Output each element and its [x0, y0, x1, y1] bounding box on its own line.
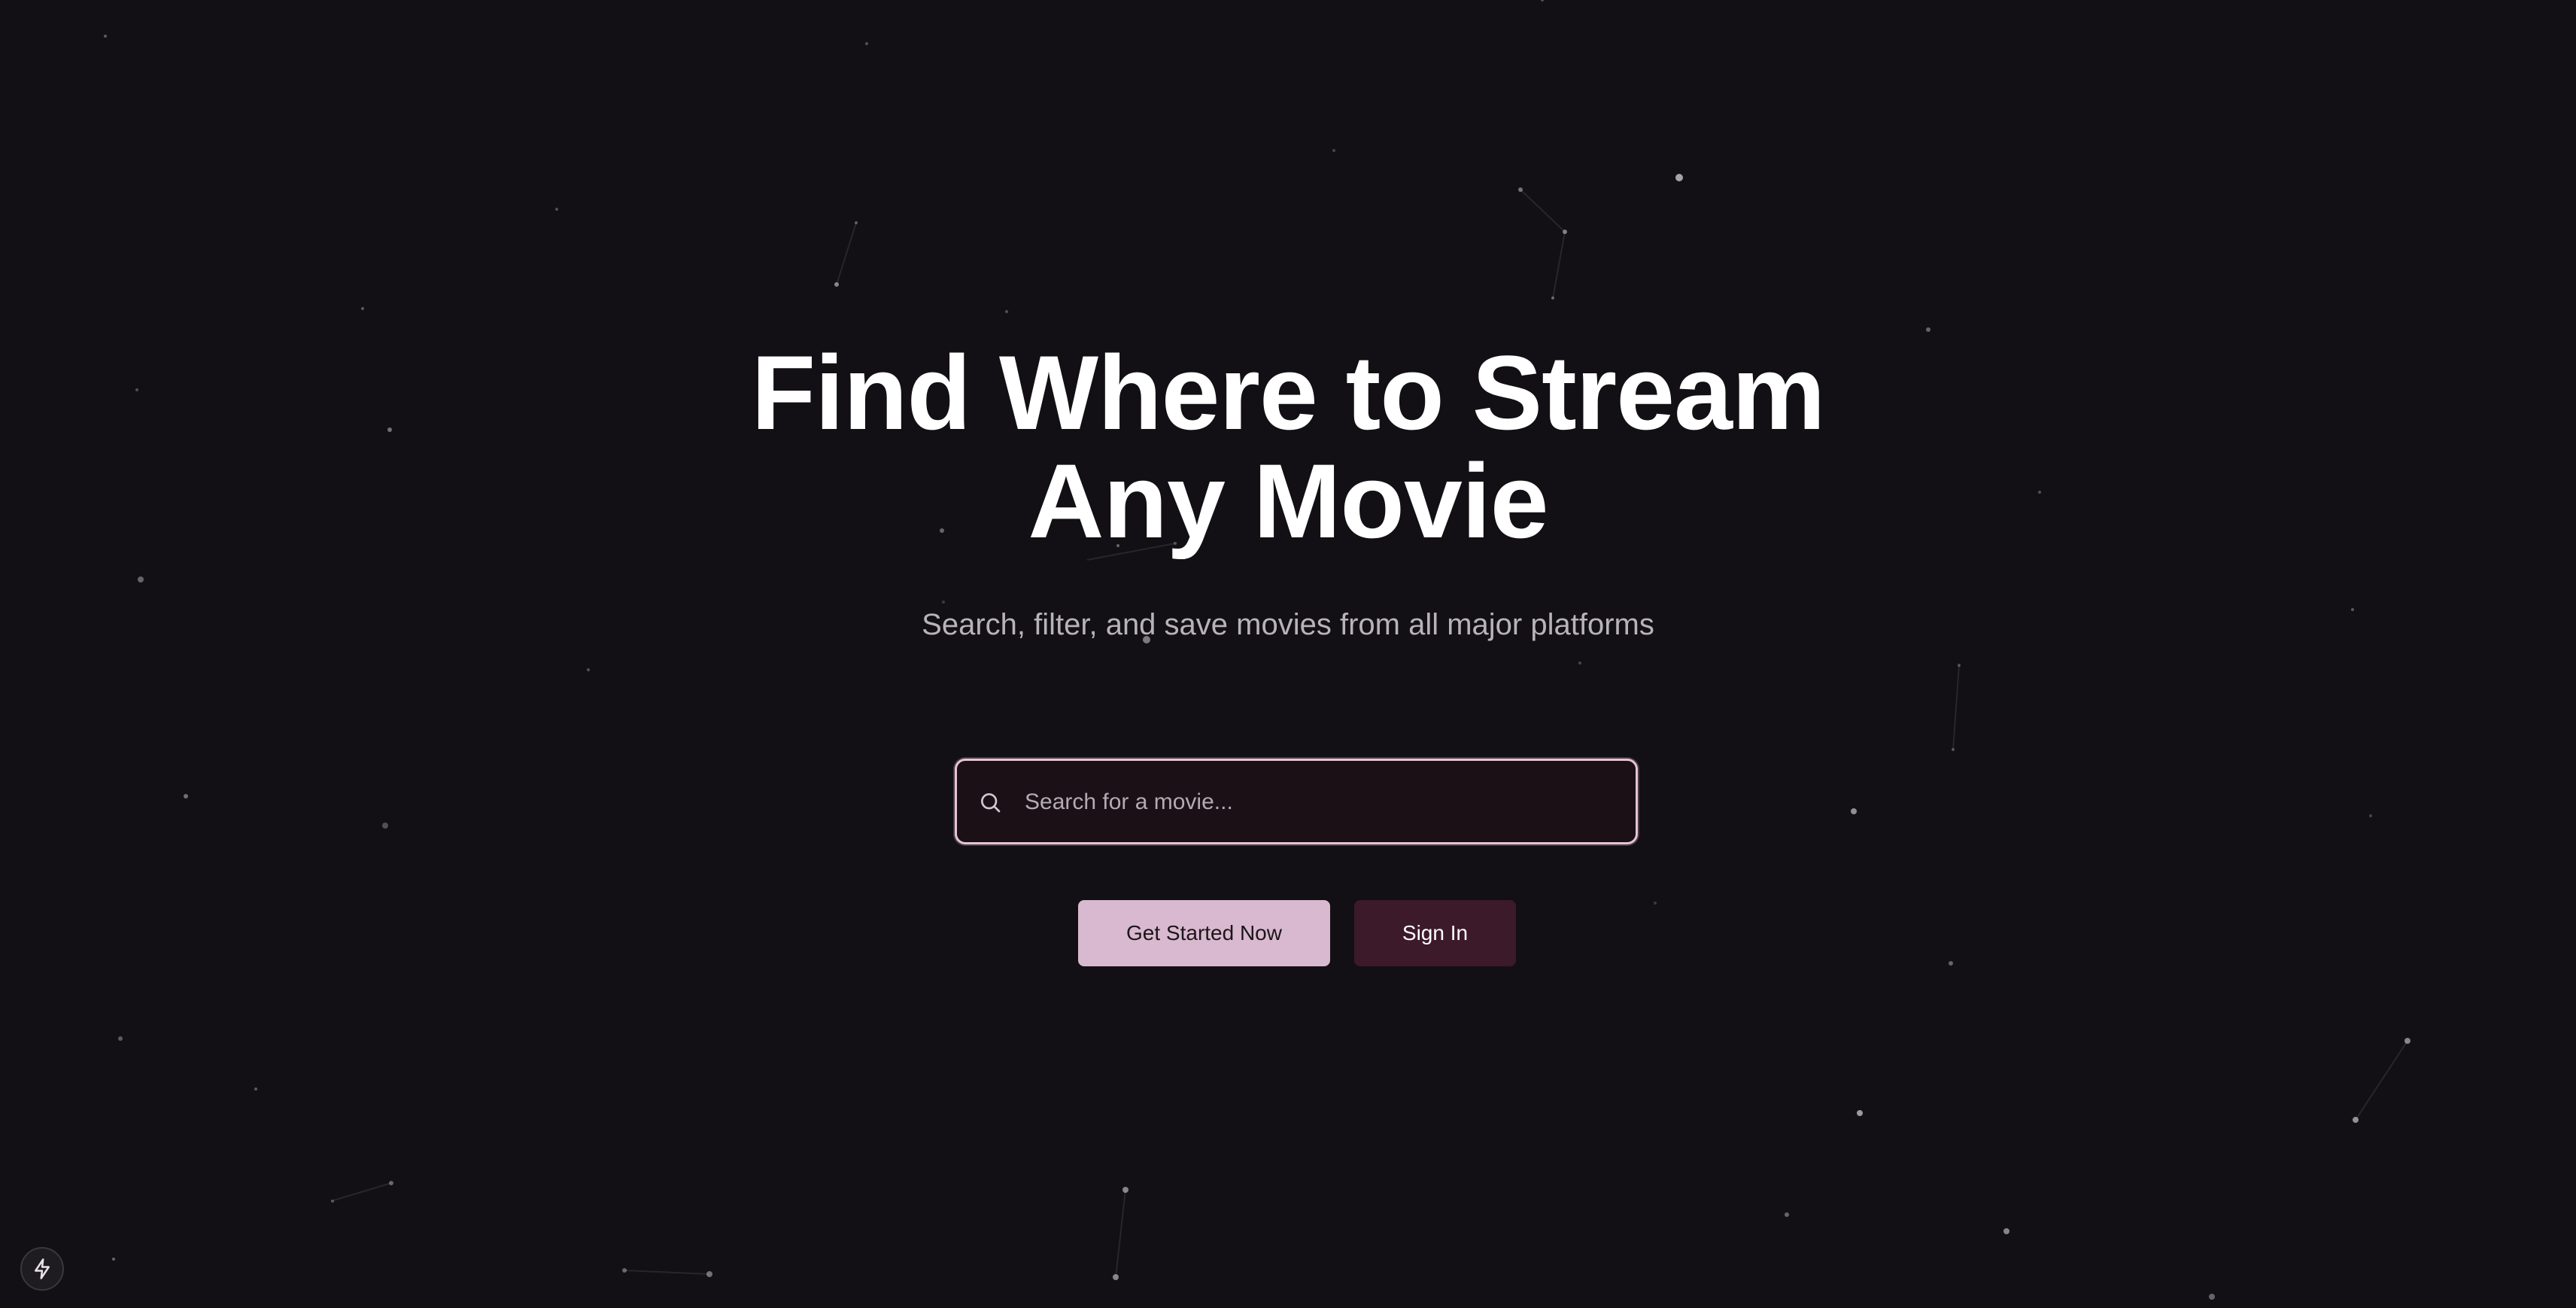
star	[184, 794, 188, 798]
star	[1785, 1212, 1789, 1217]
star	[1851, 808, 1857, 814]
star	[1578, 662, 1581, 665]
star	[1563, 230, 1567, 234]
constellation-line	[1115, 1189, 1126, 1278]
star	[587, 668, 590, 671]
star	[382, 823, 388, 829]
lightning-bolt-icon	[35, 1258, 50, 1279]
star	[2353, 1117, 2359, 1123]
star	[855, 221, 858, 224]
star	[361, 307, 364, 310]
search-icon	[981, 793, 1001, 813]
star	[1551, 297, 1554, 300]
constellation-line	[1520, 189, 1566, 233]
star	[331, 1200, 334, 1203]
star	[2404, 1038, 2410, 1044]
constellation-line	[1552, 231, 1566, 299]
star	[138, 576, 144, 583]
star	[1857, 1110, 1863, 1116]
star	[112, 1258, 115, 1261]
starfield-background	[104, 0, 2410, 1300]
constellation-line	[330, 1182, 392, 1202]
star	[1958, 664, 1961, 667]
star	[389, 1181, 393, 1185]
landing-page: Find Where to Stream Any Movie Search, f…	[0, 0, 2576, 1308]
star	[1926, 327, 1930, 332]
star	[1518, 187, 1523, 192]
search-box[interactable]	[955, 759, 1638, 844]
star	[2003, 1228, 2009, 1234]
star	[1952, 748, 1955, 751]
star	[254, 1087, 257, 1091]
star	[622, 1268, 627, 1273]
star	[1675, 174, 1683, 181]
hero-title-line-2: Any Movie	[1028, 442, 1548, 560]
constellation-line	[1952, 665, 1960, 750]
star	[1005, 310, 1008, 313]
search-input[interactable]	[1023, 776, 1613, 829]
star	[1122, 1187, 1129, 1193]
sign-in-button[interactable]: Sign In	[1354, 900, 1516, 966]
hero-title: Find Where to Stream Any Movie	[0, 339, 2576, 555]
star	[555, 208, 558, 211]
star	[2209, 1294, 2215, 1300]
get-started-button[interactable]: Get Started Now	[1078, 900, 1330, 966]
star	[706, 1271, 712, 1277]
star	[834, 282, 839, 287]
star	[1949, 961, 1953, 966]
hero-title-line-1: Find Where to Stream	[751, 333, 1826, 452]
star	[1654, 902, 1657, 905]
constellation-line	[2355, 1040, 2408, 1121]
constellation-line	[624, 1270, 710, 1275]
star	[2369, 814, 2372, 817]
star	[104, 35, 107, 38]
star	[118, 1036, 123, 1041]
star	[1541, 0, 1544, 2]
star	[865, 42, 868, 45]
star	[1332, 149, 1335, 152]
hero-subtitle: Search, filter, and save movies from all…	[922, 608, 1654, 641]
star	[1113, 1274, 1119, 1280]
dev-tools-badge[interactable]	[20, 1247, 64, 1291]
constellation-line	[836, 222, 857, 285]
